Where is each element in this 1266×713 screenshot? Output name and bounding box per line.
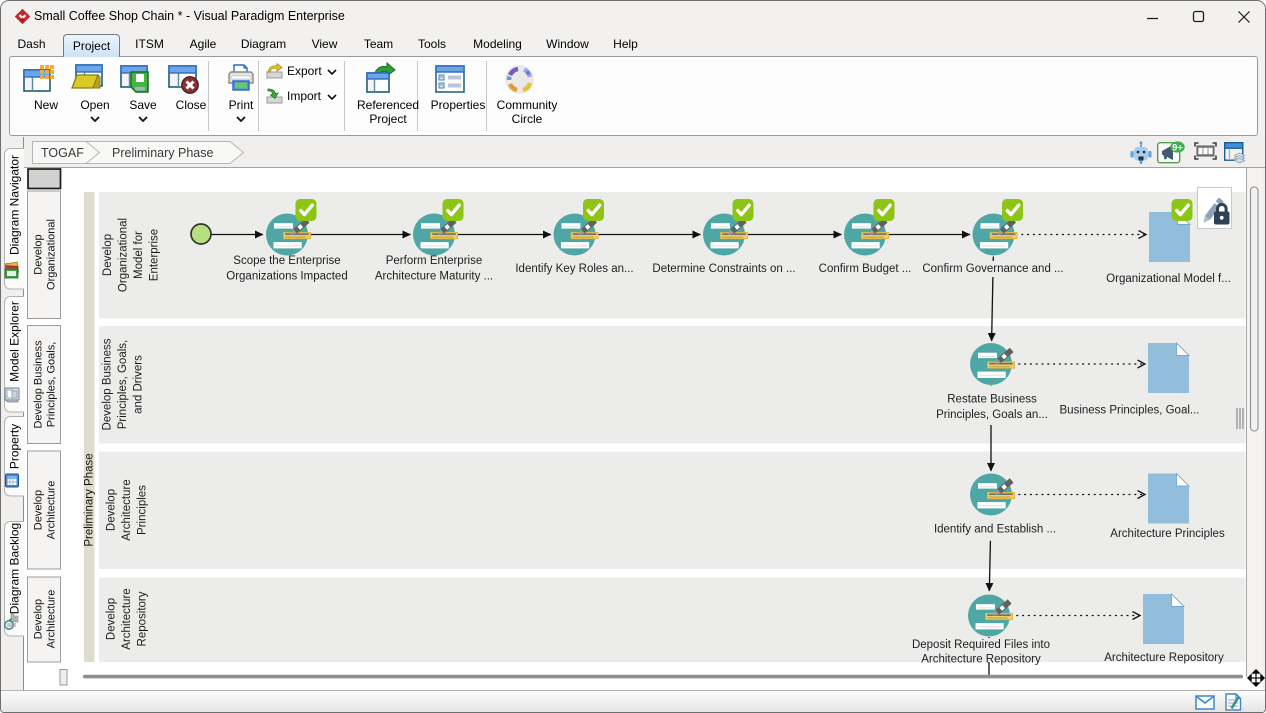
svg-text:Principles, Goals,: Principles, Goals,	[45, 342, 57, 428]
svg-text:Principles: Principles	[137, 485, 149, 535]
svg-text:Develop: Develop	[32, 490, 44, 530]
svg-text:Develop: Develop	[106, 598, 118, 640]
svg-text:Develop Business: Develop Business	[32, 340, 44, 429]
svg-text:Organizational: Organizational	[45, 219, 57, 290]
svg-text:Confirm Budget ...: Confirm Budget ...	[819, 263, 912, 275]
svg-text:Diagram Backlog: Diagram Backlog	[8, 523, 22, 614]
svg-text:Restate Business: Restate Business	[947, 394, 1037, 406]
svg-text:9+: 9+	[1172, 143, 1183, 154]
svg-text:Property: Property	[8, 424, 22, 469]
svg-text:Organizations Impacted: Organizations Impacted	[226, 271, 347, 283]
svg-text:TOGAF: TOGAF	[41, 146, 84, 160]
svg-text:Determine Constraints on ...: Determine Constraints on ...	[652, 263, 795, 275]
svg-text:Deposit Required Files into: Deposit Required Files into	[912, 639, 1050, 651]
svg-text:Develop: Develop	[106, 489, 118, 531]
svg-text:Model Explorer: Model Explorer	[8, 301, 22, 382]
svg-text:Develop Business: Develop Business	[102, 338, 114, 430]
svg-text:Principles, Goals,: Principles, Goals,	[117, 340, 129, 429]
svg-text:Architecture Repository: Architecture Repository	[1104, 652, 1224, 664]
svg-text:Confirm Governance and ...: Confirm Governance and ...	[922, 263, 1063, 275]
svg-text:Architecture Repository: Architecture Repository	[921, 654, 1041, 666]
svg-text:Architecture: Architecture	[45, 481, 57, 540]
svg-text:Preliminary Phase: Preliminary Phase	[84, 453, 96, 546]
svg-text:Architecture: Architecture	[45, 590, 57, 649]
svg-text:Identify Key Roles an...: Identify Key Roles an...	[515, 263, 633, 275]
svg-text:Architecture Maturity ...: Architecture Maturity ...	[375, 271, 493, 283]
svg-text:Repository: Repository	[137, 591, 149, 646]
svg-text:Perform Enterprise: Perform Enterprise	[386, 255, 483, 267]
svg-text:Diagram Navigator: Diagram Navigator	[8, 155, 22, 255]
svg-text:Scope the Enterprise: Scope the Enterprise	[233, 255, 340, 267]
svg-text:Architecture: Architecture	[121, 588, 133, 649]
svg-text:Architecture Principles: Architecture Principles	[1110, 528, 1225, 540]
svg-text:Architecture: Architecture	[121, 479, 133, 540]
svg-text:Develop: Develop	[32, 599, 44, 639]
svg-text:Organizational: Organizational	[118, 218, 130, 292]
svg-text:Organizational Model f...: Organizational Model f...	[1106, 273, 1231, 285]
svg-text:Principles, Goals an...: Principles, Goals an...	[936, 409, 1048, 421]
svg-text:Business Principles, Goal...: Business Principles, Goal...	[1060, 405, 1200, 417]
svg-text:Identify and Establish ...: Identify and Establish ...	[934, 524, 1056, 536]
svg-text:Develop: Develop	[32, 234, 44, 274]
svg-text:Model for: Model for	[133, 231, 145, 279]
svg-text:Enterprise: Enterprise	[149, 229, 161, 281]
svg-text:Develop: Develop	[102, 234, 114, 276]
svg-text:and Drivers: and Drivers	[133, 355, 145, 414]
svg-text:Preliminary Phase: Preliminary Phase	[112, 146, 213, 160]
